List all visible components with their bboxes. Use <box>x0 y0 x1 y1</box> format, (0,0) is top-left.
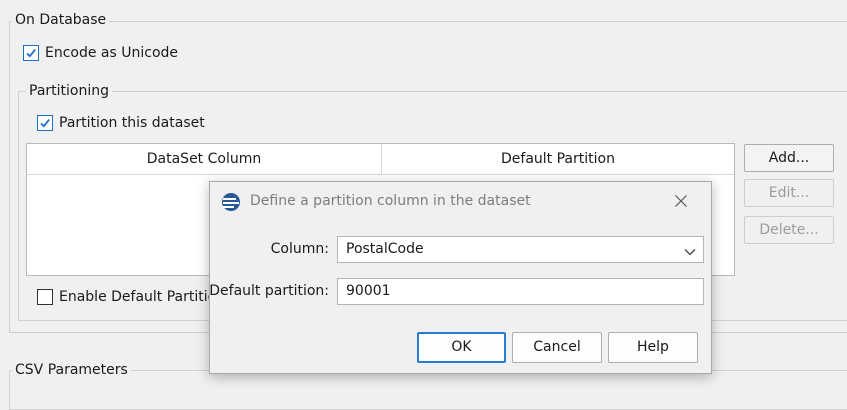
encode-unicode-label: Encode as Unicode <box>45 45 179 61</box>
csv-parameters-group <box>9 370 847 410</box>
csv-parameters-legend: CSV Parameters <box>12 361 131 379</box>
column-select-value: PostalCode <box>346 241 424 257</box>
partition-dataset-label: Partition this dataset <box>59 115 205 131</box>
define-partition-dialog: Define a partition column in the dataset… <box>209 181 712 374</box>
default-partition-label: Default partition: <box>209 283 329 299</box>
edit-button[interactable]: Edit... <box>744 179 834 207</box>
checkmark-icon <box>26 49 36 58</box>
checkmark-icon <box>40 119 50 128</box>
encode-unicode-checkbox[interactable] <box>23 45 39 61</box>
cancel-button[interactable]: Cancel <box>512 332 602 363</box>
dialog-title: Define a partition column in the dataset <box>250 193 531 209</box>
app-logo-icon <box>221 192 241 212</box>
ok-button[interactable]: OK <box>417 332 506 363</box>
delete-button[interactable]: Delete... <box>744 216 834 244</box>
on-database-legend: On Database <box>12 11 110 29</box>
enable-default-partition-label: Enable Default Partition <box>59 289 226 305</box>
column-label: Column: <box>270 241 329 257</box>
column-select[interactable]: PostalCode <box>337 236 704 263</box>
add-button[interactable]: Add... <box>744 144 834 172</box>
help-button[interactable]: Help <box>608 332 698 363</box>
column-header-default-partition[interactable]: Default Partition <box>382 144 734 175</box>
close-icon[interactable] <box>674 194 688 208</box>
chevron-down-icon <box>683 243 697 257</box>
partition-dataset-checkbox[interactable] <box>37 115 53 131</box>
column-header-dataset-column[interactable]: DataSet Column <box>27 144 382 175</box>
default-partition-input[interactable]: 90001 <box>337 278 704 305</box>
partitioning-legend: Partitioning <box>26 82 112 100</box>
enable-default-partition-checkbox[interactable] <box>37 289 53 305</box>
